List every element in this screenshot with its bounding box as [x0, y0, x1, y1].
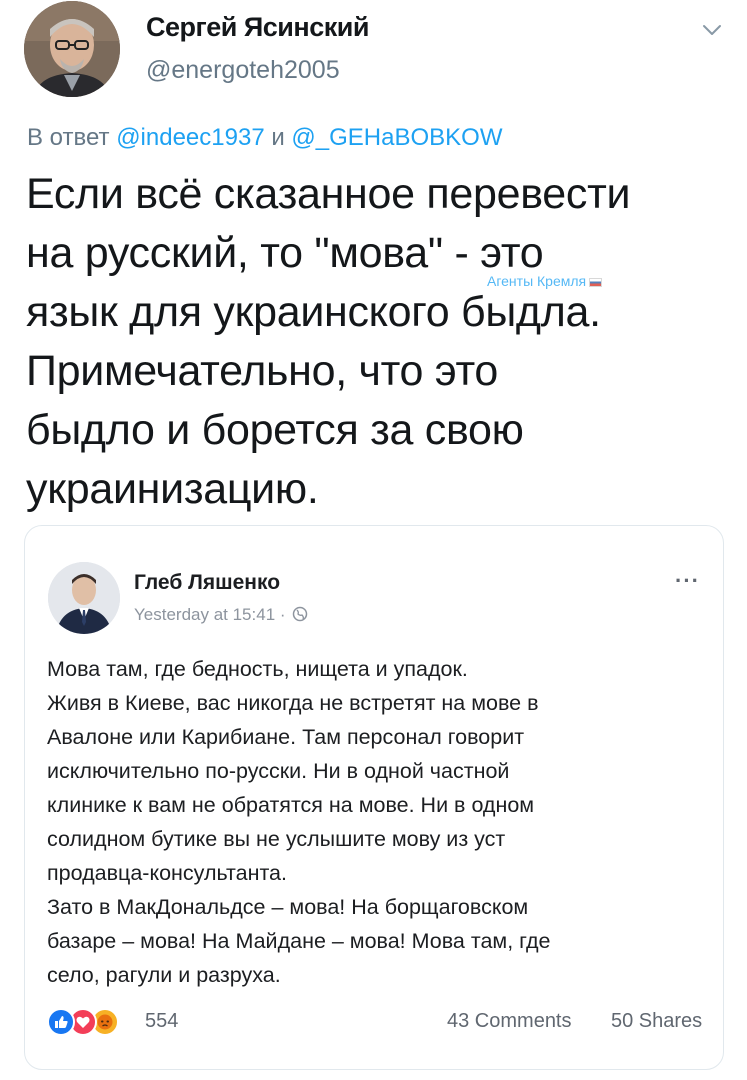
russian-flag-icon: [589, 277, 603, 287]
quoted-author-avatar[interactable]: [48, 562, 120, 634]
tweet: Сергей Ясинский @energoteh2005 В ответ @…: [0, 0, 747, 1080]
comments-count[interactable]: 43 Comments: [447, 1010, 572, 1033]
quoted-post-timestamp[interactable]: Yesterday at 15:41 ·: [134, 605, 286, 624]
reaction-count[interactable]: 554: [145, 1010, 178, 1033]
like-reaction-icon: [47, 1008, 75, 1036]
quoted-author-photo: [48, 562, 120, 634]
globe-icon: [293, 606, 308, 622]
tweet-text-line: язык для украинского быдла.: [26, 288, 601, 336]
tweet-text-line: украинизацию.: [26, 465, 319, 513]
reply-mention-1[interactable]: @indeec1937: [116, 124, 264, 151]
tweet-text-line: быдло и борется за свою: [26, 406, 524, 454]
quoted-post-time: Yesterday at 15:41 ·: [134, 605, 308, 625]
tweet-text: Если всё сказанное перевести на русский,…: [26, 165, 716, 519]
quoted-post-card[interactable]: Глеб Ляшенко Yesterday at 15:41 · ··· Мо…: [24, 525, 724, 1070]
watermark: Агенты Кремля: [487, 273, 603, 289]
reply-mention-2[interactable]: @_GEHaBOBKOW: [291, 124, 502, 151]
tweet-text-line: Примечательно, что это: [26, 347, 499, 395]
shares-count[interactable]: 50 Shares: [611, 1010, 702, 1033]
reply-prefix: В ответ: [27, 124, 110, 151]
reply-conjunction: и: [271, 124, 285, 151]
quoted-post-line: Живя в Киеве, вас никогда не встретят на…: [47, 691, 539, 715]
quoted-post-line: продавца-консультанта.: [47, 861, 287, 885]
quoted-post-line: Мова там, где бедность, нищета и упадок.: [47, 657, 468, 681]
author-name[interactable]: Сергей Ясинский: [146, 12, 369, 43]
quoted-post-line: солидном бутике вы не услышите мову из у…: [47, 827, 506, 851]
quoted-post-line: Авалоне или Карибиане. Там персонал гово…: [47, 725, 525, 749]
author-handle[interactable]: @energoteh2005: [146, 56, 340, 85]
author-photo: [24, 1, 120, 97]
quoted-post-text: Мова там, где бедность, нищета и упадок.…: [47, 652, 707, 992]
reply-context: В ответ @indeec1937 и @_GEHaBOBKOW: [27, 124, 503, 152]
quoted-post-line: клинике к вам не обратятся на мове. Ни в…: [47, 793, 535, 817]
quoted-post-line: базаре – мова! На Майдане – мова! Мова т…: [47, 929, 551, 953]
quoted-author-name[interactable]: Глеб Ляшенко: [134, 571, 280, 595]
chevron-down-icon[interactable]: [700, 18, 724, 42]
tweet-text-line: на русский, то "мова" - это: [26, 229, 544, 277]
watermark-text: Агенты Кремля: [487, 273, 587, 289]
reactions-summary[interactable]: [47, 1008, 137, 1036]
quoted-post-line: село, рагули и разруха.: [47, 963, 281, 987]
quoted-post-footer: 554 43 Comments 50 Shares: [47, 1008, 707, 1040]
author-avatar[interactable]: [24, 1, 120, 97]
quoted-post-line: исключительно по-русски. Ни в одной част…: [47, 759, 510, 783]
tweet-text-line: Если всё сказанное перевести: [26, 170, 631, 218]
quoted-post-line: Зато в МакДональдсе – мова! На борщаговс…: [47, 895, 529, 919]
more-options-icon[interactable]: ···: [675, 568, 700, 594]
